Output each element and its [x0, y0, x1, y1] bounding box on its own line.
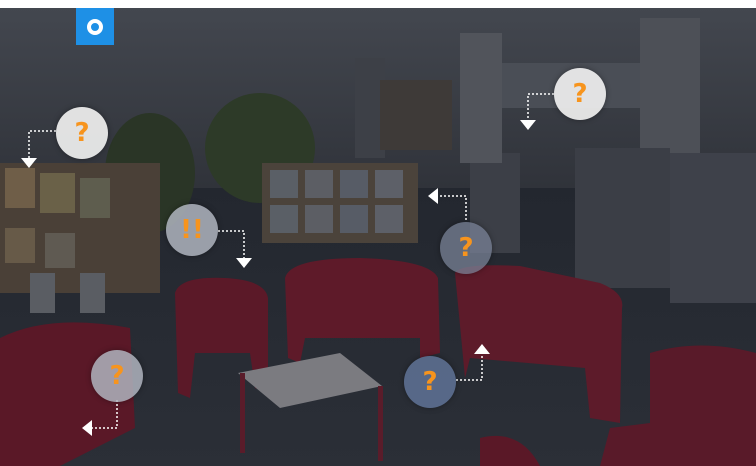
logo-icon[interactable] — [76, 8, 114, 45]
hotspot-top-left[interactable]: ? — [56, 107, 108, 159]
hotspot-middle-left[interactable]: !! — [166, 204, 218, 256]
hotspot-scene: ? ? !! ? ? ? — [0, 0, 756, 466]
hotspot-top-right[interactable]: ? — [554, 68, 606, 120]
circle-logo-icon — [87, 18, 103, 35]
hotspot-bottom-center[interactable]: ? — [404, 356, 456, 408]
hotspot-middle-right[interactable]: ? — [440, 222, 492, 274]
hotspot-bottom-left[interactable]: ? — [91, 350, 143, 402]
top-bar — [0, 0, 756, 8]
